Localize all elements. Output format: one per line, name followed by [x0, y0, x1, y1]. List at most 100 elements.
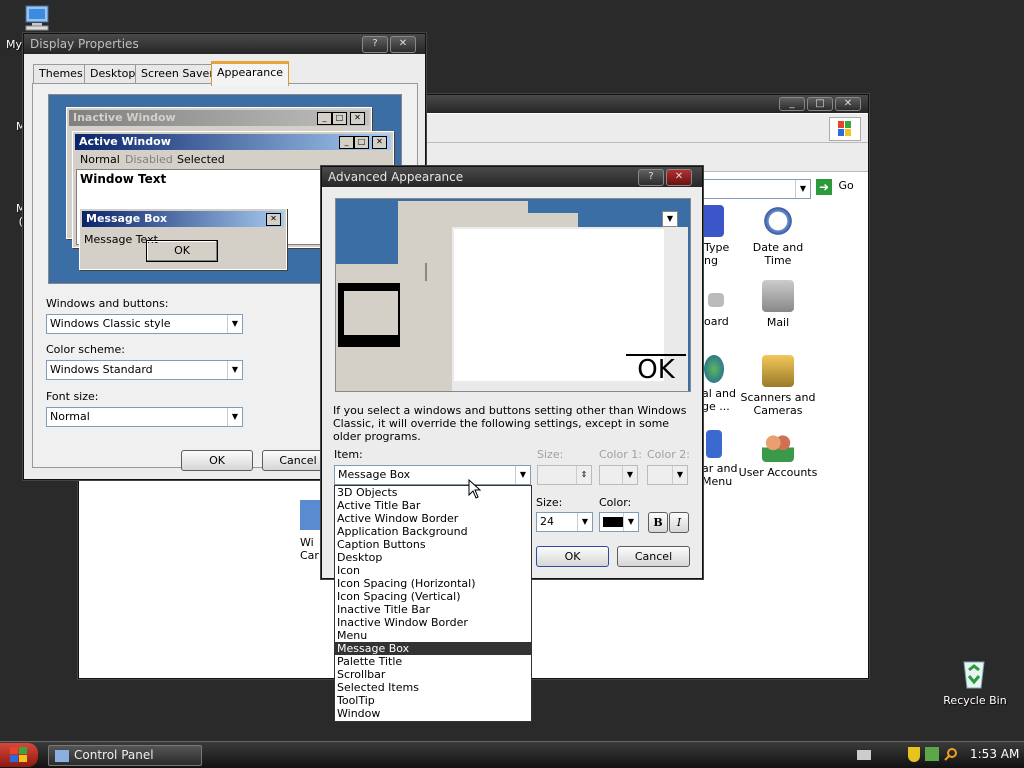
font-size-value: Normal — [50, 410, 90, 423]
color2-label: Color 2: — [647, 448, 690, 461]
list-item[interactable]: Icon Spacing (Horizontal) — [335, 577, 531, 590]
color-picker[interactable]: ▼ — [599, 512, 639, 532]
preview-message-title: Message Box — [86, 212, 168, 225]
preview-inactive-title: Inactive Window — [73, 111, 176, 124]
help-button[interactable]: ? — [362, 36, 388, 53]
italic-button[interactable]: I — [669, 512, 689, 533]
date-time-label: Date and Time — [752, 241, 804, 267]
advanced-ok-button[interactable]: OK — [536, 546, 609, 567]
taskbar-control-panel-button[interactable]: Control Panel — [48, 745, 202, 766]
windows-logo-icon — [829, 117, 861, 141]
preview-menu-normal: Normal — [80, 153, 120, 166]
list-item[interactable]: Active Title Bar — [335, 499, 531, 512]
list-item[interactable]: ToolTip — [335, 694, 531, 707]
tab-desktop[interactable]: Desktop — [84, 64, 142, 83]
scanners-item[interactable]: Scanners and Cameras — [738, 355, 818, 417]
globe-icon — [704, 355, 724, 383]
network-icon[interactable] — [925, 747, 939, 761]
color2-picker[interactable]: ▼ — [647, 465, 688, 485]
tab-themes[interactable]: Themes — [33, 64, 89, 83]
mail-label: Mail — [766, 316, 790, 329]
color1-picker[interactable]: ▼ — [599, 465, 638, 485]
windows-buttons-label: Windows and buttons: — [46, 297, 169, 310]
list-item[interactable]: Inactive Title Bar — [335, 603, 531, 616]
recycle-bin-icon[interactable] — [958, 656, 990, 690]
list-item[interactable]: Application Background — [335, 525, 531, 538]
recycle-bin-glyph-icon — [963, 661, 985, 689]
chevron-down-icon: ▼ — [577, 513, 592, 531]
tab-screen-saver[interactable]: Screen Saver — [135, 64, 220, 83]
color-scheme-select[interactable]: Windows Standard ▼ — [46, 360, 243, 380]
list-item[interactable]: Message Box — [335, 642, 531, 655]
advanced-preview: ▼ OK — [335, 198, 691, 392]
recycle-bin-label: Recycle Bin — [943, 694, 1007, 707]
my-computer-label: My — [6, 38, 23, 51]
keyboard-tray-icon[interactable] — [857, 750, 871, 760]
mail-item[interactable]: Mail — [738, 280, 818, 329]
size-select[interactable]: 24 ▼ — [536, 512, 593, 532]
users-icon — [762, 430, 794, 462]
item-dropdown-list[interactable]: 3D Objects Active Title Bar Active Window … — [334, 485, 532, 722]
color-scheme-value: Windows Standard — [50, 363, 153, 376]
item-select[interactable]: Message Box ▼ — [334, 465, 531, 485]
date-time-item[interactable]: Date and Time — [738, 205, 818, 267]
preview-ok-button: OK — [146, 240, 218, 262]
advanced-cancel-button[interactable]: Cancel — [617, 546, 690, 567]
list-item[interactable]: Desktop — [335, 551, 531, 564]
item-label: Item: — [334, 448, 363, 461]
minimize-button[interactable]: _ — [779, 97, 805, 111]
go-arrow-icon: ➜ — [816, 179, 832, 195]
clock[interactable]: 1:53 AM — [970, 747, 1019, 761]
chevron-down-icon: ▼ — [227, 408, 242, 426]
list-item[interactable]: Palette Title — [335, 655, 531, 668]
windows-buttons-select[interactable]: Windows Classic style ▼ — [46, 314, 243, 334]
list-item[interactable]: 3D Objects — [335, 486, 531, 499]
maximize-button[interactable]: □ — [807, 97, 833, 111]
wireless-icon — [300, 500, 322, 530]
list-item[interactable]: Menu — [335, 629, 531, 642]
chevron-down-icon: ▼ — [622, 466, 637, 484]
close-button[interactable]: ✕ — [666, 169, 692, 186]
start-button[interactable] — [0, 743, 38, 767]
my-computer-icon[interactable] — [22, 4, 54, 32]
color-swatch — [603, 517, 623, 527]
bold-button[interactable]: B — [648, 512, 668, 533]
preview-message-titlebar: Message Box — [82, 211, 284, 227]
list-item[interactable]: Caption Buttons — [335, 538, 531, 551]
security-shield-icon[interactable] — [908, 747, 920, 762]
taskbar-task-label: Control Panel — [74, 748, 154, 762]
scanners-label: Scanners and Cameras — [740, 391, 816, 417]
font-size-label: Font size: — [46, 390, 99, 403]
close-button[interactable]: ✕ — [390, 36, 416, 53]
user-accounts-label: User Accounts — [738, 466, 818, 479]
size-value: 24 — [540, 515, 554, 528]
go-button[interactable]: ➜ Go — [816, 179, 862, 197]
fonts-icon — [700, 205, 724, 237]
preview-minimize-icon: _ — [317, 112, 332, 125]
mouse-cursor-icon — [468, 478, 482, 502]
preview-maximize-icon: □ — [354, 136, 369, 149]
list-item[interactable]: Icon Spacing (Vertical) — [335, 590, 531, 603]
help-button[interactable]: ? — [638, 169, 664, 186]
size-spinner-1[interactable]: ⇕ — [537, 465, 592, 485]
clock-icon — [762, 205, 794, 237]
chevron-down-icon: ▼ — [227, 361, 242, 379]
list-item[interactable]: Inactive Window Border — [335, 616, 531, 629]
display-ok-button[interactable]: OK — [181, 450, 253, 471]
user-accounts-item[interactable]: User Accounts — [738, 430, 818, 479]
list-item[interactable]: Selected Items — [335, 681, 531, 694]
search-icon[interactable] — [944, 747, 958, 761]
close-button[interactable]: ✕ — [835, 97, 861, 111]
preview-message-box: Message Box ✕ Message Text OK — [79, 208, 287, 270]
mail-icon — [762, 280, 794, 312]
list-item[interactable]: Window — [335, 707, 531, 720]
list-item[interactable]: Active Window Border — [335, 512, 531, 525]
font-size-select[interactable]: Normal ▼ — [46, 407, 243, 427]
list-item[interactable]: Icon — [335, 564, 531, 577]
tab-appearance[interactable]: Appearance — [211, 61, 290, 86]
windows-buttons-value: Windows Classic style — [50, 317, 171, 330]
preview-close-icon: ✕ — [350, 112, 365, 125]
size-label-1: Size: — [537, 448, 564, 461]
control-panel-task-icon — [55, 750, 69, 762]
list-item[interactable]: Scrollbar — [335, 668, 531, 681]
